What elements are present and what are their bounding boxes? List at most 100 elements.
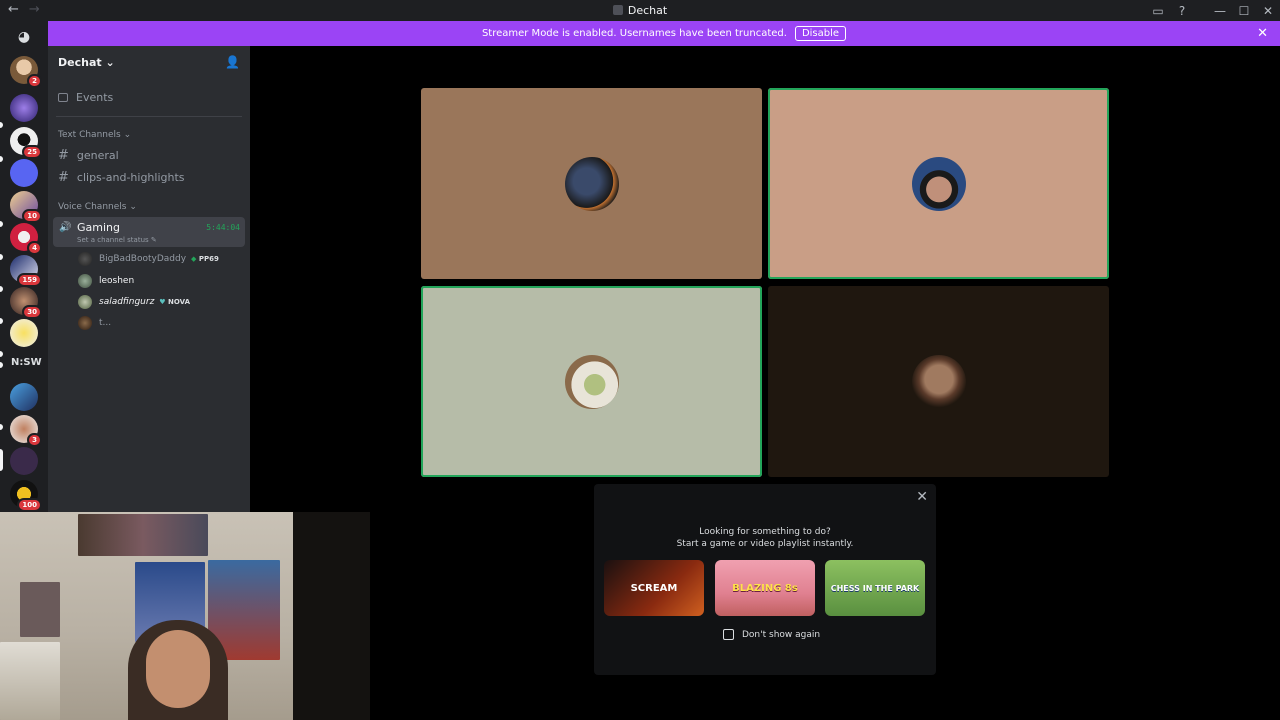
close-window-icon[interactable]: ✕ bbox=[1256, 4, 1280, 18]
hash-icon: # bbox=[58, 170, 69, 185]
divider bbox=[56, 116, 242, 117]
voice-member[interactable]: leoshen bbox=[78, 274, 134, 288]
guild-name: Dechat bbox=[58, 55, 102, 69]
bed-sheets bbox=[0, 642, 60, 720]
app-icon bbox=[612, 5, 623, 15]
dont-show-again-checkbox[interactable]: Don't show again bbox=[723, 629, 820, 640]
server-badge: 100 bbox=[17, 498, 42, 512]
server-icon-7[interactable]: 159 bbox=[10, 255, 42, 287]
streamer-mode-banner: Streamer Mode is enabled. Usernames have… bbox=[48, 21, 1280, 46]
webcam-dark-area bbox=[293, 512, 370, 720]
member-name: t... bbox=[99, 318, 112, 328]
member-name: saladfingurz bbox=[99, 297, 155, 307]
server-icon-6[interactable]: 4 bbox=[10, 223, 42, 255]
activity-message: Looking for something to do? Start a game… bbox=[594, 526, 936, 550]
voice-member[interactable]: t... bbox=[78, 316, 111, 330]
server-badge: 159 bbox=[17, 273, 42, 287]
guild-header[interactable]: Dechat ⌄ 👤 bbox=[48, 46, 250, 78]
discord-home-icon[interactable]: ◕ bbox=[10, 26, 38, 48]
avatar bbox=[78, 252, 92, 266]
voice-member[interactable]: BigBadBootyDaddy ◆ PP69 bbox=[78, 252, 219, 266]
server-badge: 4 bbox=[27, 241, 42, 255]
window-title-text: Dechat bbox=[627, 4, 668, 17]
user-avatar bbox=[911, 354, 966, 409]
channel-general[interactable]: # general bbox=[58, 148, 119, 163]
server-icon-9[interactable] bbox=[10, 319, 38, 347]
voice-member[interactable]: saladfingurz ♥ NOVA bbox=[78, 295, 190, 309]
voice-channels-category[interactable]: Voice Channels ⌄ bbox=[58, 202, 137, 212]
server-icon-2[interactable] bbox=[10, 94, 38, 122]
webcam-face bbox=[146, 630, 210, 708]
maximize-icon[interactable]: ☐ bbox=[1232, 4, 1256, 18]
server-badge: 10 bbox=[22, 209, 42, 223]
server-icon-13[interactable] bbox=[10, 447, 38, 475]
inbox-icon[interactable]: ▭ bbox=[1146, 4, 1170, 18]
help-icon[interactable]: ? bbox=[1170, 4, 1194, 18]
activity-suggestion-panel: ✕ Looking for something to do? Start a ga… bbox=[594, 484, 936, 675]
checkbox-label: Don't show again bbox=[742, 629, 821, 640]
video-tile[interactable] bbox=[768, 88, 1109, 279]
channel-status-text: Set a channel status bbox=[77, 236, 149, 244]
shelf-figures bbox=[78, 514, 208, 556]
member-tag-text: PP69 bbox=[198, 255, 219, 263]
message-line-1: Looking for something to do? bbox=[699, 527, 831, 537]
hash-icon: # bbox=[58, 148, 69, 163]
events-item[interactable]: Events bbox=[58, 91, 113, 104]
server-icon-4[interactable] bbox=[10, 159, 38, 187]
member-tag-text: NOVA bbox=[168, 298, 190, 306]
user-avatar bbox=[564, 156, 619, 211]
user-avatar bbox=[564, 354, 619, 409]
invite-icon[interactable]: 👤 bbox=[225, 55, 240, 69]
webcam-overlay bbox=[0, 512, 370, 720]
channel-status[interactable]: Set a channel status ✎ bbox=[77, 236, 157, 244]
server-icon-12[interactable]: 3 bbox=[10, 415, 42, 447]
voice-timer: 5:44:04 bbox=[206, 223, 240, 232]
game-card-blazing-8s[interactable]: BLAZING 8s bbox=[715, 560, 815, 616]
game-title: CHESS IN THE PARK bbox=[830, 583, 920, 593]
poster bbox=[20, 582, 60, 637]
window-title: Dechat bbox=[0, 4, 1280, 17]
video-tile[interactable] bbox=[421, 88, 762, 279]
close-panel-icon[interactable]: ✕ bbox=[916, 489, 928, 505]
disable-button[interactable]: Disable bbox=[794, 26, 847, 41]
window-titlebar: ← → Dechat ▭ ? — ☐ ✕ bbox=[0, 0, 1280, 21]
avatar bbox=[78, 274, 92, 288]
speaker-icon: 🔊 bbox=[59, 222, 72, 233]
checkbox-icon bbox=[723, 629, 734, 640]
server-icon-1[interactable]: 2 bbox=[10, 56, 42, 88]
member-tag: ◆ PP69 bbox=[191, 255, 219, 263]
banner-text: Streamer Mode is enabled. Usernames have… bbox=[481, 28, 787, 39]
text-channels-category[interactable]: Text Channels ⌄ bbox=[58, 130, 131, 140]
server-badge: 2 bbox=[27, 74, 42, 88]
voice-channel-gaming[interactable]: 🔊 Gaming 5:44:04 Set a channel status ✎ bbox=[53, 217, 245, 247]
window-controls: ▭ ? — ☐ ✕ bbox=[1146, 0, 1280, 21]
channel-label: clips-and-highlights bbox=[76, 171, 185, 184]
server-badge: 3 bbox=[27, 433, 42, 447]
message-line-2: Start a game or video playlist instantly… bbox=[676, 539, 854, 549]
server-icon-nsw[interactable]: N:SW bbox=[11, 357, 42, 368]
user-avatar bbox=[911, 156, 966, 211]
video-tile[interactable] bbox=[421, 286, 762, 477]
channel-label: general bbox=[76, 149, 119, 162]
channel-clips-and-highlights[interactable]: # clips-and-highlights bbox=[58, 170, 185, 185]
server-icon-14[interactable]: 100 bbox=[10, 480, 42, 512]
server-icon-5[interactable]: 10 bbox=[10, 191, 42, 223]
server-icon-8[interactable]: 30 bbox=[10, 287, 42, 319]
game-card-scream[interactable]: SCREAM bbox=[604, 560, 704, 616]
game-title: BLAZING 8s bbox=[732, 582, 798, 594]
game-card-chess-in-the-park[interactable]: CHESS IN THE PARK bbox=[825, 560, 925, 616]
events-label: Events bbox=[76, 91, 114, 104]
member-name: BigBadBootyDaddy bbox=[99, 254, 187, 264]
server-icon-11[interactable] bbox=[10, 383, 38, 411]
channel-sidebar: Dechat ⌄ 👤 Events Text Channels ⌄ # gener… bbox=[48, 46, 250, 512]
server-icon-3[interactable]: 25 bbox=[10, 127, 42, 159]
chevron-down-icon: ⌄ bbox=[105, 55, 115, 69]
calendar-icon bbox=[58, 93, 68, 102]
server-badge: 25 bbox=[22, 145, 42, 159]
close-banner-icon[interactable]: ✕ bbox=[1257, 26, 1268, 41]
pencil-icon: ✎ bbox=[150, 236, 157, 244]
member-name: leoshen bbox=[99, 276, 135, 286]
member-tag: ♥ NOVA bbox=[159, 298, 190, 306]
minimize-icon[interactable]: — bbox=[1208, 4, 1232, 18]
video-tile[interactable] bbox=[768, 286, 1109, 477]
